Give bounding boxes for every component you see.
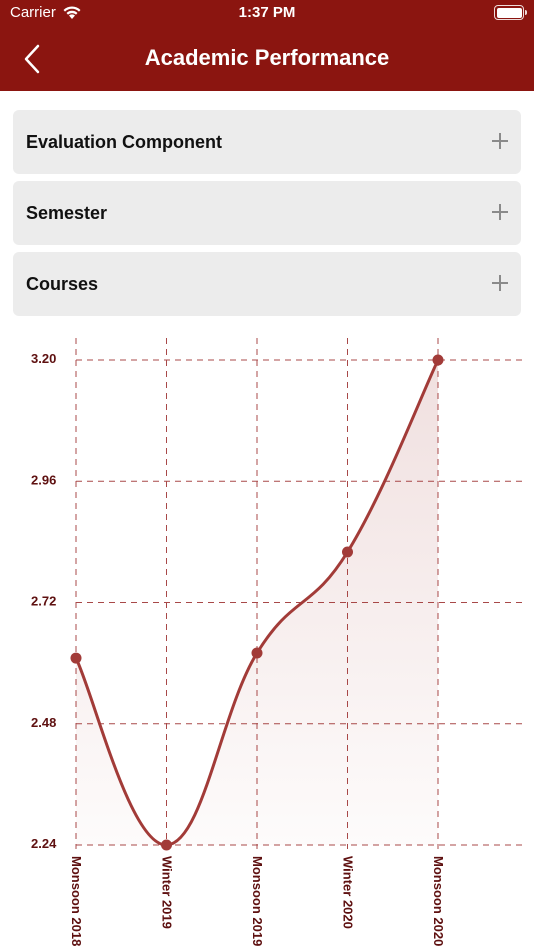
data-point-0: [70, 652, 82, 664]
data-point-3: [342, 546, 353, 558]
navigation-bar: Carrier 1:37 PM Academic Performance: [0, 0, 534, 91]
page-title: Academic Performance: [144, 45, 390, 70]
accordion-semester[interactable]: Semester: [13, 181, 521, 245]
plus-icon: [492, 133, 508, 149]
x-tick-label: Winter 2020: [341, 856, 356, 929]
x-tick-label: Monsoon 2018: [69, 856, 84, 946]
accordion-label: Semester: [26, 203, 108, 223]
data-point-4: [432, 354, 444, 366]
data-point-1: [161, 839, 172, 851]
accordion-label: Courses: [26, 274, 99, 294]
accordion-evaluation-component[interactable]: Evaluation Component: [13, 110, 521, 174]
y-tick-label: 2.24: [31, 836, 57, 851]
data-point-2: [251, 647, 263, 659]
plus-icon: [492, 275, 508, 291]
y-tick-label: 2.48: [31, 715, 56, 730]
y-tick-label: 3.20: [31, 351, 56, 366]
status-time: 1:37 PM: [238, 4, 296, 21]
y-tick-label: 2.96: [31, 472, 56, 487]
accordion-label: Evaluation Component: [26, 132, 223, 152]
y-tick-label: 2.72: [31, 594, 56, 609]
battery-icon: [494, 5, 527, 20]
x-tick-label: Monsoon 2020: [431, 856, 446, 946]
status-bar: Carrier 1:37 PM: [0, 0, 534, 28]
gpa-line-chart: 3.20 2.96 2.72 2.48 2.24 Monsoon 2018 Winter …: [31, 338, 527, 946]
x-tick-label: Monsoon 2019: [250, 856, 265, 946]
accordion-courses[interactable]: Courses: [13, 252, 521, 316]
plus-icon: [492, 204, 508, 220]
x-tick-label: Winter 2019: [160, 856, 175, 929]
